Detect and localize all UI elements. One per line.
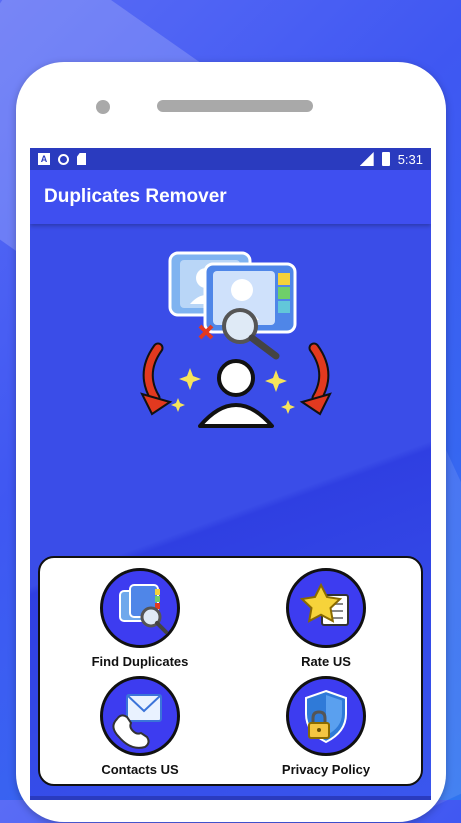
menu-panel: Find Duplicates Rate US Contacts US Priv… — [38, 556, 423, 786]
phone-speaker — [157, 100, 313, 112]
app-screen: A 5:31 Duplicates Remover Find Duplicate… — [30, 148, 431, 800]
app-title: Duplicates Remover — [44, 186, 227, 207]
contacts-us-label: Contacts US — [101, 762, 179, 777]
hero-illustration — [140, 251, 332, 428]
find-duplicates-label: Find Duplicates — [91, 654, 189, 669]
signal-icon — [359, 152, 374, 166]
sd-card-icon — [77, 153, 86, 165]
rate-us-label: Rate US — [301, 654, 351, 669]
shield-lock-icon — [305, 689, 347, 744]
phone-camera — [96, 100, 110, 114]
envelope-phone-icon — [112, 694, 162, 749]
single-contact-icon — [198, 359, 274, 428]
battery-icon — [381, 152, 390, 166]
screen-bottom-edge — [30, 796, 431, 800]
find-duplicates-button[interactable]: Find Duplicates — [50, 568, 230, 669]
privacy-policy-label: Privacy Policy — [281, 762, 371, 777]
status-time: 5:31 — [397, 151, 423, 167]
privacy-policy-button[interactable]: Privacy Policy — [236, 676, 416, 777]
right-arrow-icon — [299, 342, 332, 416]
contacts-magnifier-icon — [119, 584, 168, 634]
rate-us-button[interactable]: Rate US — [236, 568, 416, 669]
star-rating-icon — [299, 582, 349, 626]
left-arrow-icon — [140, 342, 173, 416]
contacts-us-button[interactable]: Contacts US — [50, 676, 230, 777]
a-notification-icon: A — [38, 153, 50, 165]
status-bar: A 5:31 — [30, 148, 431, 170]
app-bar: Duplicates Remover — [30, 170, 431, 224]
circle-notification-icon — [58, 153, 69, 165]
